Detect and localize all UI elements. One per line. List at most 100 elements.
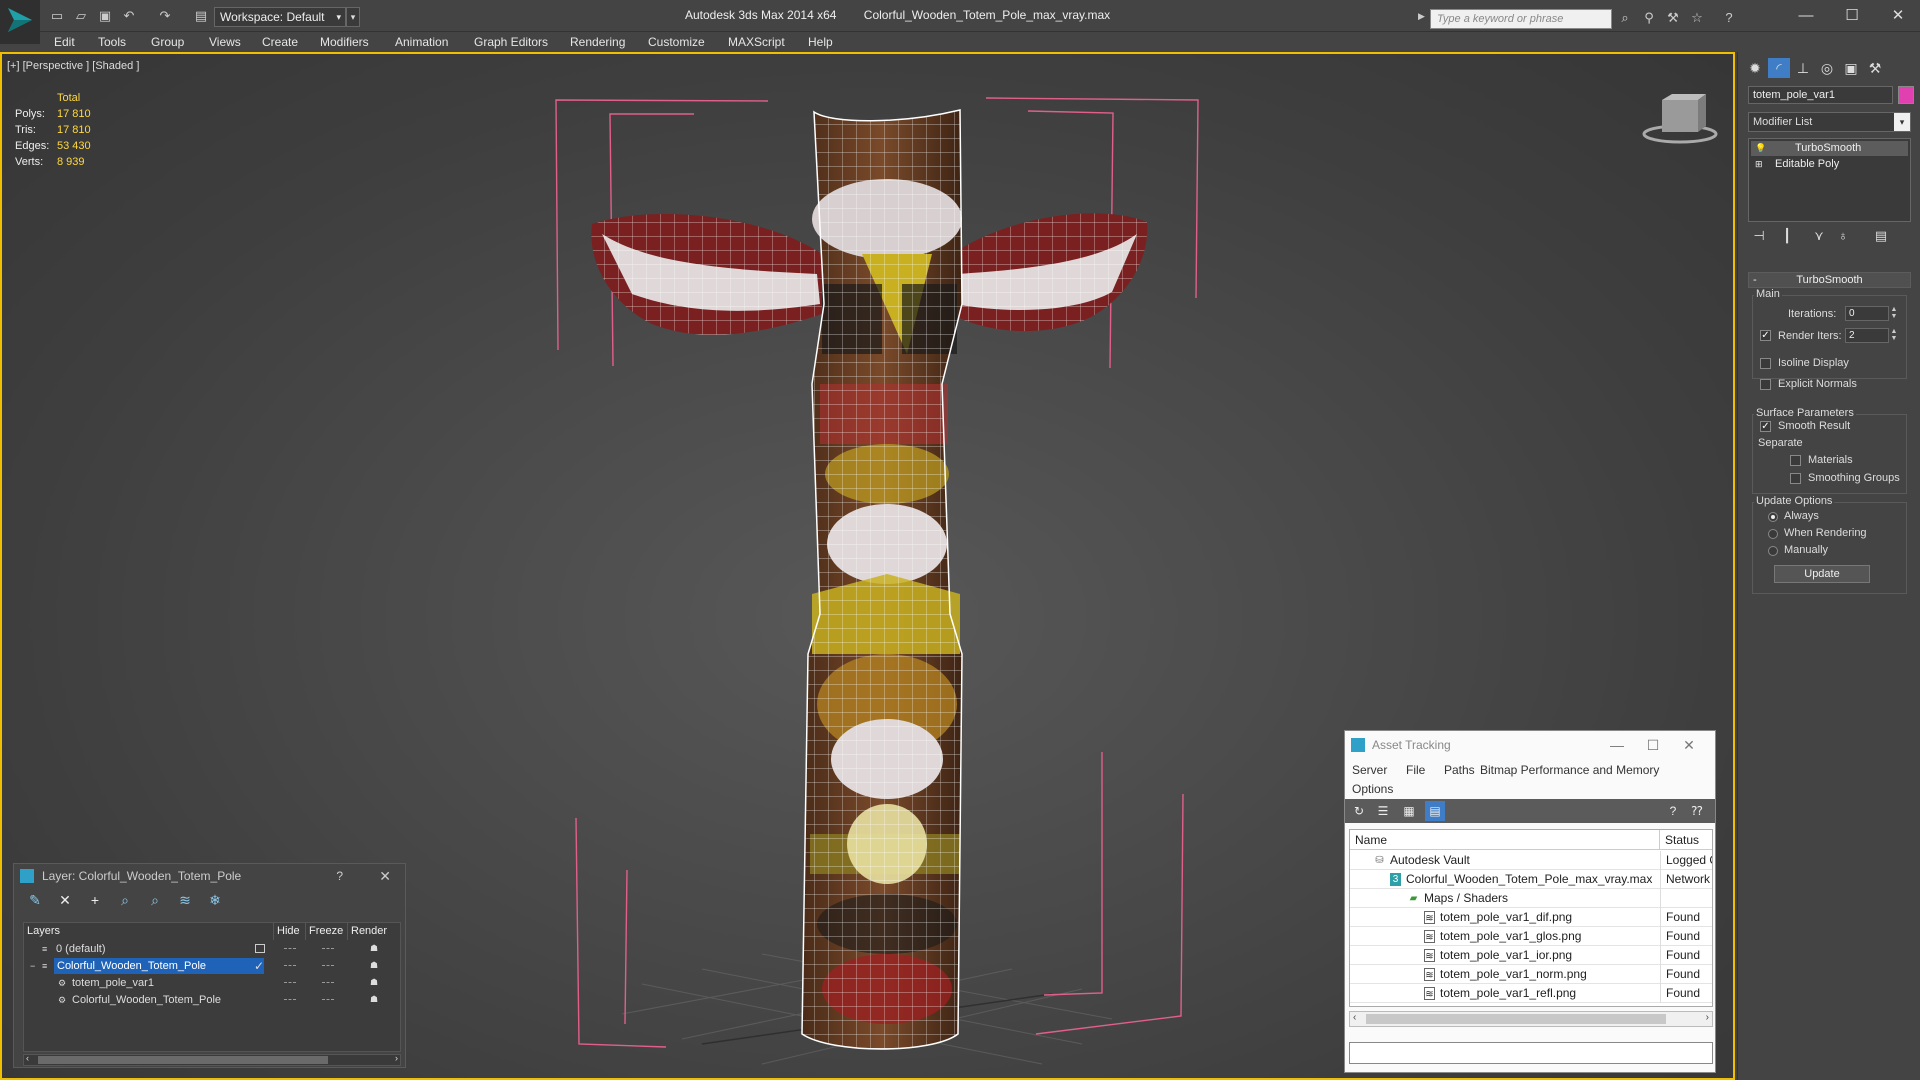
menu-animation[interactable]: Animation <box>395 35 448 49</box>
remove-modifier-icon[interactable]: ♁ <box>1832 228 1854 243</box>
subscription-icon[interactable]: ⚲ <box>1640 10 1658 28</box>
help-icon[interactable]: ? <box>1663 801 1683 821</box>
layer-row[interactable]: ⚙ totem_pole_var1 ☗ <box>24 975 400 991</box>
table-view-icon[interactable]: ▦ <box>1399 801 1419 821</box>
undo-icon[interactable]: ↶ <box>120 8 138 24</box>
object-color-swatch[interactable] <box>1898 86 1914 104</box>
always-radio[interactable] <box>1768 512 1778 522</box>
asset-row[interactable]: 3 Colorful_Wooden_Totem_Pole_max_vray.ma… <box>1350 870 1712 889</box>
collapse-icon[interactable]: − <box>30 958 35 974</box>
asset-horizontal-scrollbar[interactable]: ‹ › <box>1349 1011 1713 1027</box>
binoculars-icon[interactable]: ⌕ <box>1616 10 1634 28</box>
freeze-toggle[interactable] <box>322 982 334 983</box>
redo-icon[interactable]: ↷ <box>156 8 174 24</box>
render-teapot-icon[interactable]: ☗ <box>370 978 380 987</box>
asset-row[interactable]: ▰ Maps / Shaders <box>1350 889 1712 908</box>
render-teapot-icon[interactable]: ☗ <box>370 944 380 953</box>
menu-paths[interactable]: Paths <box>1444 763 1475 777</box>
expand-plus-icon[interactable]: ⊞ <box>1755 157 1763 172</box>
render-teapot-icon[interactable]: ☗ <box>370 961 380 970</box>
menu-graph-editors[interactable]: Graph Editors <box>474 35 548 49</box>
iterations-spinner[interactable]: 0 <box>1845 306 1889 321</box>
asset-row[interactable]: ≋ totem_pole_var1_dif.png Found <box>1350 908 1712 927</box>
workspace-dropdown[interactable]: Workspace: Default ▾ <box>214 7 346 27</box>
minimize-button[interactable]: — <box>1786 4 1826 28</box>
hide-toggle[interactable] <box>284 999 296 1000</box>
hide-toggle[interactable] <box>284 948 296 949</box>
column-header-name[interactable]: Name <box>1350 830 1660 850</box>
current-layer-box-icon[interactable] <box>255 944 265 953</box>
asset-row[interactable]: ⛁ Autodesk Vault Logged Out <box>1350 851 1712 870</box>
menu-rendering[interactable]: Rendering <box>570 35 625 49</box>
layer-horizontal-scrollbar[interactable]: ‹ › <box>23 1053 401 1066</box>
menu-file[interactable]: File <box>1406 763 1425 777</box>
select-objects-icon[interactable]: ⌕ <box>114 892 136 909</box>
create-tab-icon[interactable]: ✹ <box>1744 58 1766 78</box>
hide-all-layers-icon[interactable]: ≋ <box>174 892 196 909</box>
smoothing-groups-checkbox[interactable] <box>1790 473 1801 484</box>
viewport-label[interactable]: [+] [Perspective ] [Shaded ] <box>7 60 139 72</box>
current-layer-check-icon[interactable]: ✓ <box>254 958 264 974</box>
object-name-field[interactable]: totem_pole_var1 <box>1748 86 1893 104</box>
menu-server[interactable]: Server <box>1352 763 1387 777</box>
stack-item-editable-poly[interactable]: ⊞ Editable Poly <box>1751 157 1908 172</box>
freeze-all-layers-icon[interactable]: ❄ <box>204 892 226 909</box>
hide-toggle[interactable] <box>284 982 296 983</box>
maximize-button[interactable]: ☐ <box>1635 731 1671 759</box>
freeze-toggle[interactable] <box>322 965 334 966</box>
menu-customize[interactable]: Customize <box>648 35 705 49</box>
asset-row[interactable]: ≋ totem_pole_var1_refl.png Found <box>1350 984 1712 1003</box>
asset-row[interactable]: ≋ totem_pole_var1_norm.png Found <box>1350 965 1712 984</box>
scroll-left-icon[interactable]: ‹ <box>1353 1012 1356 1023</box>
help-icon[interactable]: ? <box>1720 10 1738 28</box>
when-rendering-radio[interactable] <box>1768 529 1778 539</box>
make-unique-icon[interactable]: ⋎ <box>1808 228 1830 244</box>
scroll-right-icon[interactable]: › <box>395 1053 398 1063</box>
grid-view-icon[interactable]: ▤ <box>1425 801 1445 821</box>
favorites-star-icon[interactable]: ☆ <box>1688 10 1706 28</box>
column-header-render[interactable]: Render <box>348 923 400 940</box>
menu-modifiers[interactable]: Modifiers <box>320 35 369 49</box>
open-file-icon[interactable]: ▱ <box>72 8 90 24</box>
menu-bitmap-performance[interactable]: Bitmap Performance and Memory <box>1480 763 1659 777</box>
explicit-normals-checkbox[interactable] <box>1760 379 1771 390</box>
new-file-icon[interactable]: ▭ <box>48 8 66 24</box>
scrollbar-thumb[interactable] <box>1366 1014 1666 1024</box>
menu-options[interactable]: Options <box>1352 782 1393 796</box>
maximize-button[interactable]: ☐ <box>1832 4 1872 28</box>
menu-views[interactable]: Views <box>209 35 241 49</box>
render-iters-spinner[interactable]: 2 <box>1845 328 1889 343</box>
materials-checkbox[interactable] <box>1790 455 1801 466</box>
refresh-icon[interactable]: ↻ <box>1349 801 1369 821</box>
smooth-result-checkbox[interactable]: ✓ <box>1760 421 1771 432</box>
utilities-tab-icon[interactable]: ⚒ <box>1864 58 1886 78</box>
pin-stack-icon[interactable]: ⊣ <box>1748 228 1770 244</box>
viewcube-icon[interactable] <box>1640 90 1720 150</box>
create-layer-icon[interactable]: ✎ <box>24 892 46 909</box>
display-tab-icon[interactable]: ▣ <box>1840 58 1862 78</box>
isoline-display-checkbox[interactable] <box>1760 358 1771 369</box>
help-icon[interactable]: ? <box>336 864 343 888</box>
asset-row[interactable]: ≋ totem_pole_var1_glos.png Found <box>1350 927 1712 946</box>
close-icon[interactable]: ✕ <box>379 864 391 888</box>
asset-row[interactable]: ≋ totem_pole_var1_ior.png Found <box>1350 946 1712 965</box>
layer-row[interactable]: ≡ 0 (default) ☗ <box>24 941 400 957</box>
layer-panel-title-bar[interactable]: Layer: Colorful_Wooden_Totem_Pole ? ✕ <box>14 864 405 888</box>
scrollbar-thumb[interactable] <box>38 1056 328 1064</box>
update-button[interactable]: Update <box>1774 565 1870 583</box>
column-header-hide[interactable]: Hide <box>274 923 306 940</box>
help-context-icon[interactable]: ⁇ <box>1687 801 1707 821</box>
communication-icon[interactable]: ⚒ <box>1664 10 1682 28</box>
layer-row[interactable]: − ≡ Colorful_Wooden_Totem_Pole ✓ ☗ <box>24 958 400 974</box>
close-button[interactable]: ✕ <box>1878 4 1918 28</box>
scroll-left-icon[interactable]: ‹ <box>26 1053 29 1063</box>
menu-edit[interactable]: Edit <box>54 35 75 49</box>
search-expand-icon[interactable]: ▶ <box>1418 11 1428 27</box>
add-to-layer-icon[interactable]: + <box>84 892 106 908</box>
app-logo-button[interactable] <box>0 0 40 44</box>
column-header-layers[interactable]: Layers <box>24 923 274 940</box>
list-view-icon[interactable]: ☰ <box>1373 801 1393 821</box>
menu-tools[interactable]: Tools <box>98 35 126 49</box>
highlight-selected-icon[interactable]: ⌕ <box>144 892 166 909</box>
modifier-stack[interactable]: 💡 TurboSmooth ⊞ Editable Poly <box>1748 138 1911 222</box>
